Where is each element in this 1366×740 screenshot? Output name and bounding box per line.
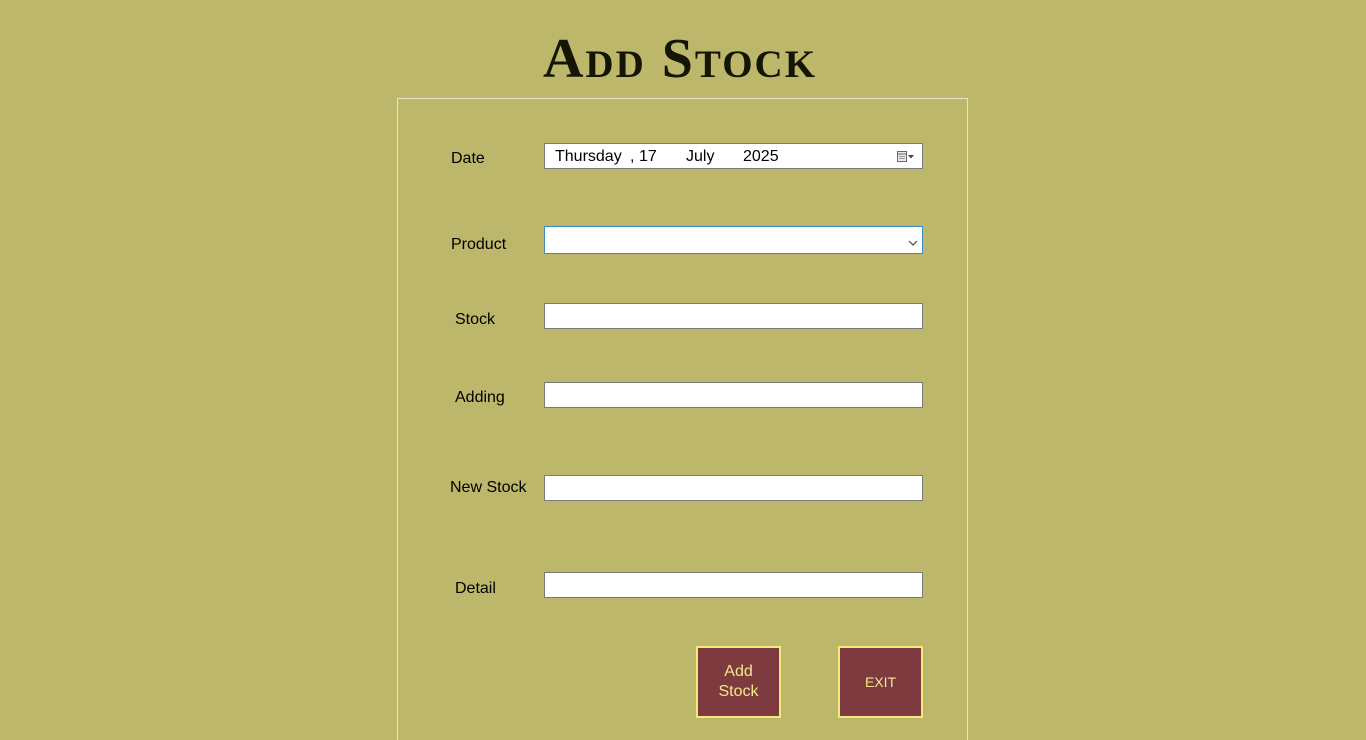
date-weekday[interactable]: Thursday [555, 148, 622, 166]
exit-button-label: EXIT [864, 674, 897, 690]
date-label: Date [451, 150, 485, 167]
adding-input[interactable] [545, 383, 922, 407]
detail-input[interactable] [545, 573, 922, 597]
adding-field-box [544, 382, 923, 408]
product-select[interactable] [544, 226, 923, 254]
calendar-dropdown-icon[interactable] [897, 150, 915, 163]
form-panel [397, 98, 968, 740]
date-year[interactable]: 2025 [743, 148, 779, 166]
date-separator: , [630, 148, 635, 165]
add-stock-button[interactable]: Add Stock [696, 646, 781, 718]
detail-field-box [544, 572, 923, 598]
date-picker[interactable]: Thursday , 17 July 2025 [544, 143, 923, 169]
detail-label: Detail [455, 580, 496, 597]
adding-label: Adding [455, 389, 505, 406]
new-stock-label: New Stock [450, 479, 527, 496]
new-stock-field-box [544, 475, 923, 501]
stock-field-box [544, 303, 923, 329]
page-title: Add Stock [542, 28, 818, 90]
add-stock-button-label: Add Stock [718, 663, 759, 700]
date-day[interactable]: 17 [639, 148, 657, 166]
stock-label: Stock [455, 311, 496, 328]
exit-button[interactable]: EXIT [838, 646, 923, 718]
product-label: Product [451, 236, 507, 253]
new-stock-input[interactable] [545, 476, 922, 500]
chevron-down-icon[interactable] [908, 235, 918, 246]
stock-input[interactable] [545, 304, 922, 328]
date-month[interactable]: July [686, 148, 714, 166]
